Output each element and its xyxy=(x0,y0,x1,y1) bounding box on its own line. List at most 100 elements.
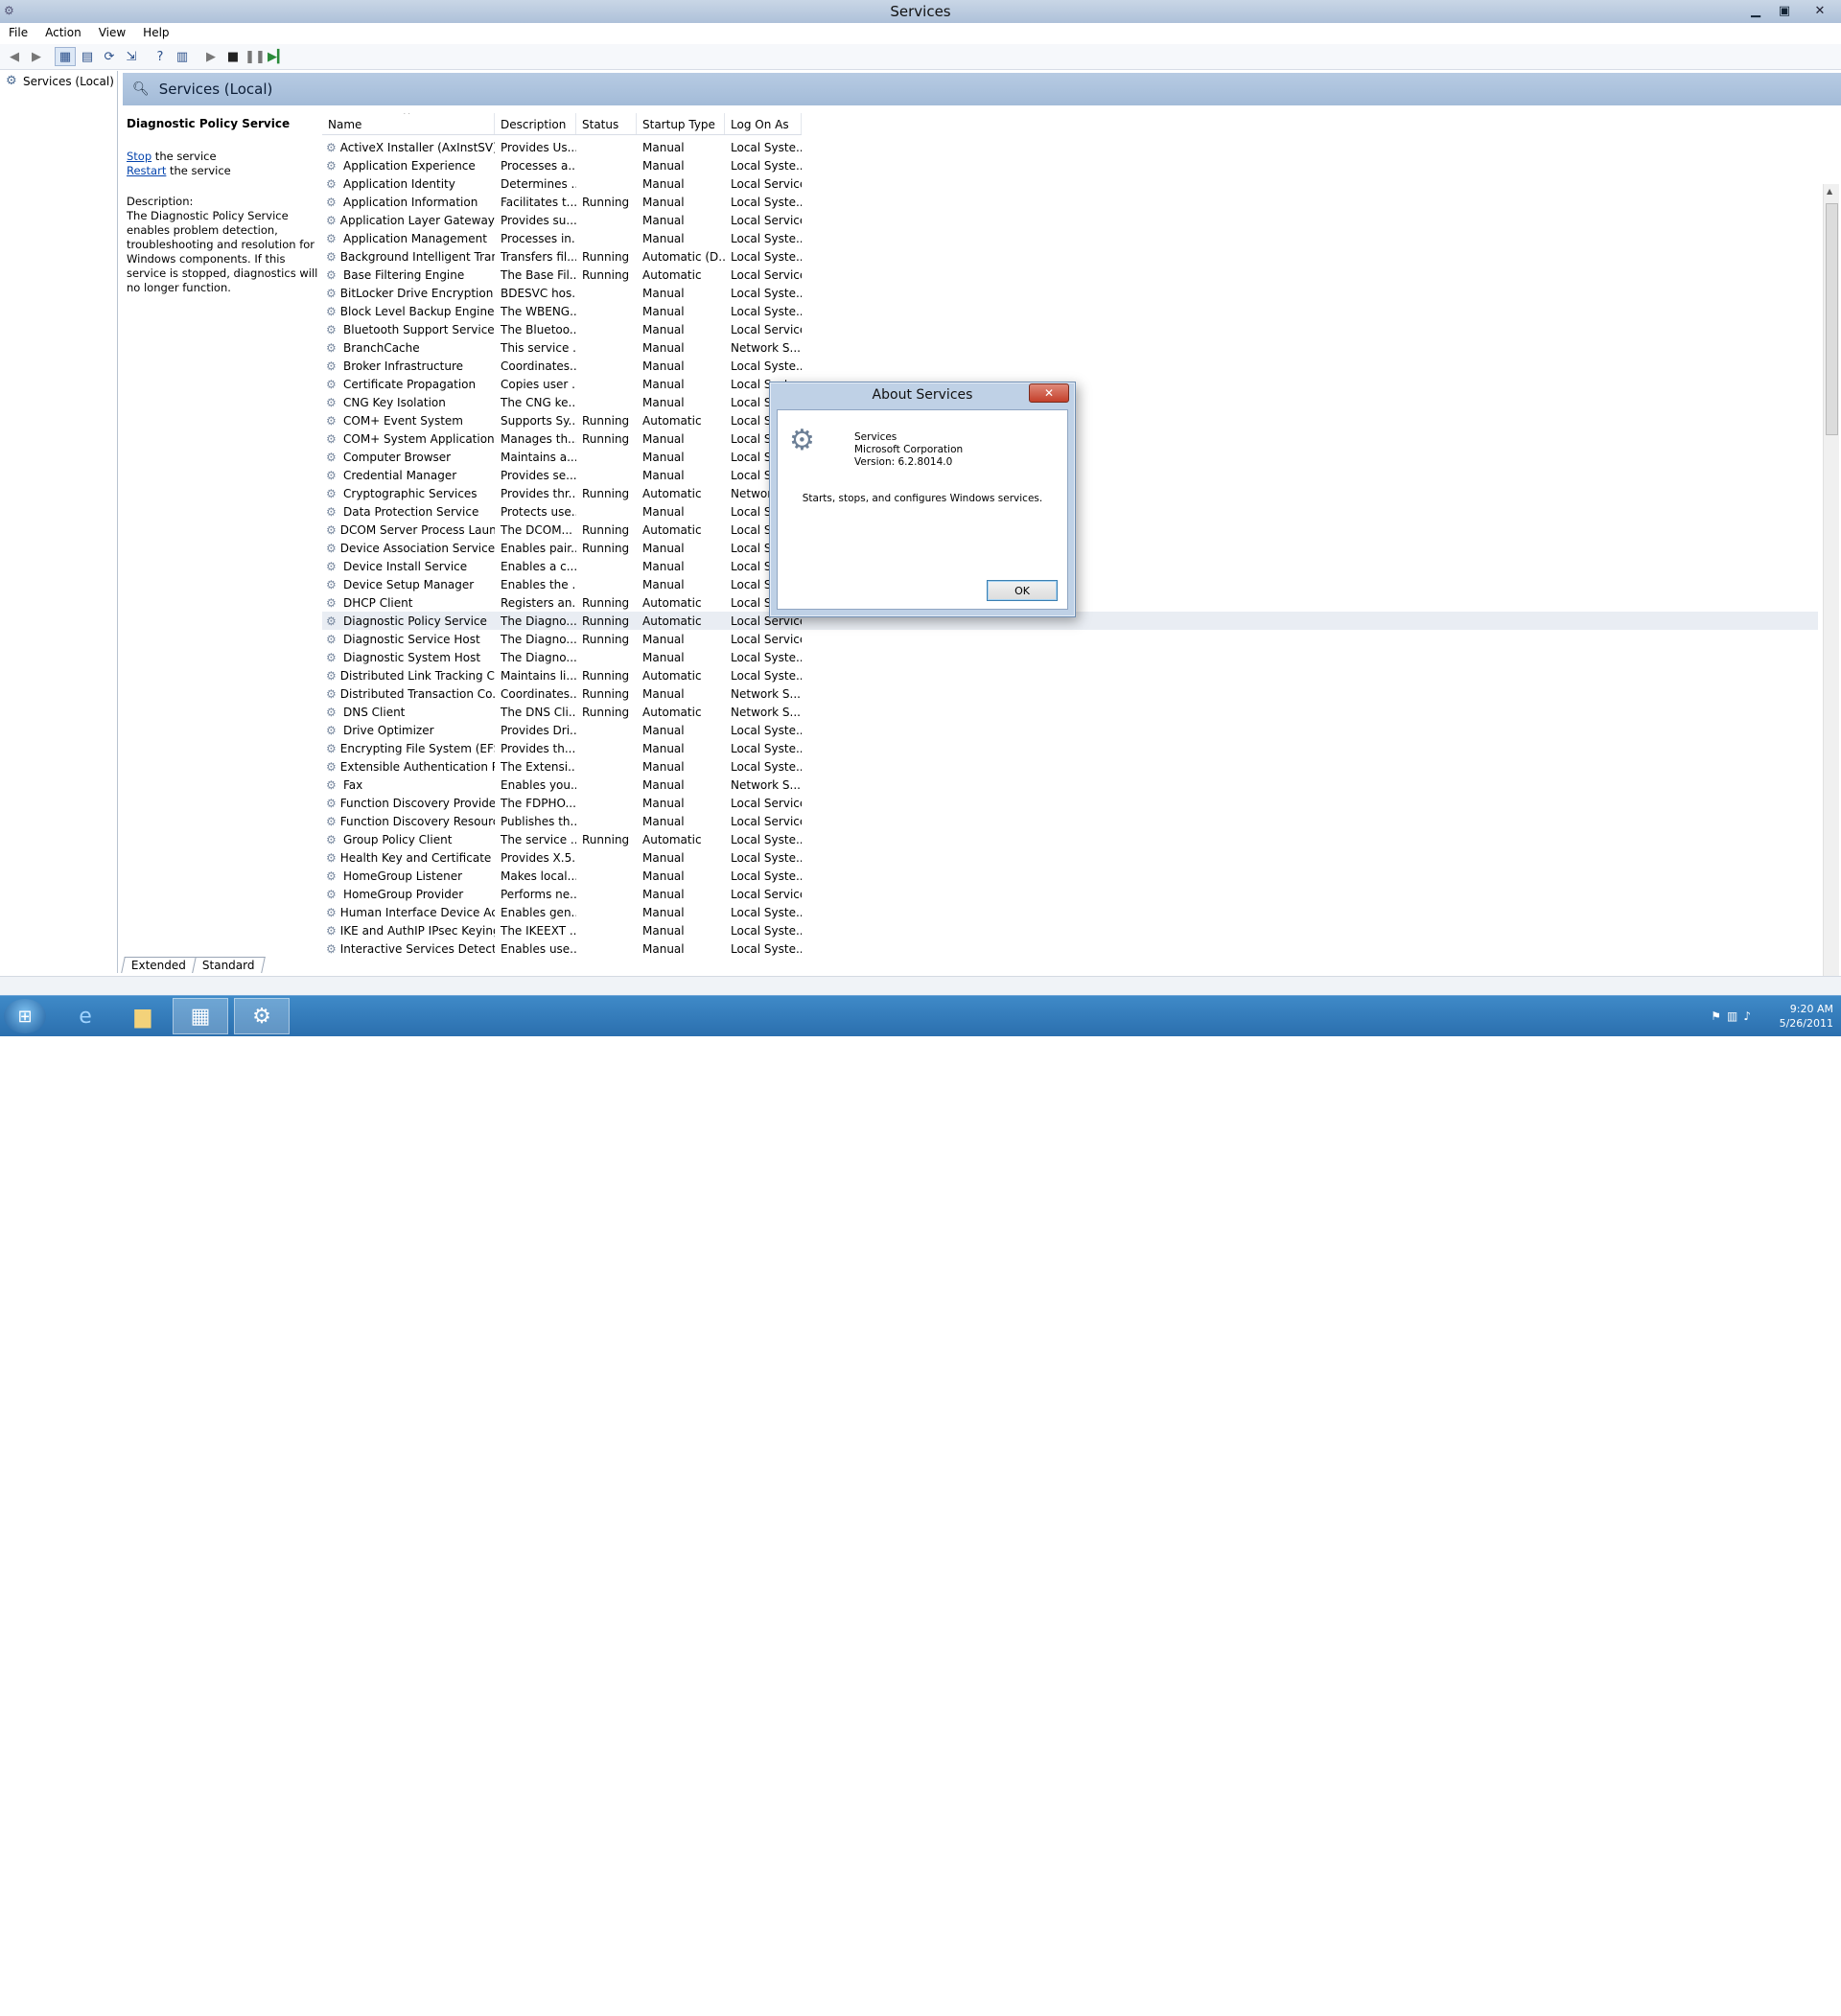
maximize-button[interactable]: ▣ xyxy=(1770,0,1799,21)
stop-icon[interactable]: ■ xyxy=(222,47,244,66)
minimize-button[interactable]: ▁ xyxy=(1741,0,1770,21)
table-row[interactable]: ⚙ Group Policy Client The service ... Runni… xyxy=(322,830,1818,848)
menu-view[interactable]: View xyxy=(90,23,134,44)
stop-service-link[interactable]: Stop xyxy=(127,150,151,163)
clock[interactable]: 9:20 AM 5/26/2011 xyxy=(1780,1002,1833,1031)
tree-node-services-local[interactable]: ⚙ Services (Local) xyxy=(0,71,117,89)
cell-text: Human Interface Device Ac... xyxy=(339,905,495,919)
table-row[interactable]: ⚙ Application Information Facilitates t...… xyxy=(322,193,1818,211)
forward-arrow-icon[interactable]: ▶ xyxy=(26,47,47,66)
taskbar-services[interactable]: ⚙ xyxy=(234,998,290,1034)
cell-text: Device Setup Manager xyxy=(343,577,475,591)
cell-text: Application Management xyxy=(343,231,487,245)
cell-text: Network S... xyxy=(731,340,801,355)
table-row[interactable]: ⚙ Encrypting File System (EFS) Provides th… xyxy=(322,739,1818,757)
table-row[interactable]: ⚙ BranchCache This service ... Manual Networ… xyxy=(322,338,1818,357)
table-row[interactable]: ⚙ Diagnostic System Host The Diagno... Manu… xyxy=(322,648,1818,666)
scrollbar-thumb[interactable] xyxy=(1826,203,1838,435)
dialog-close-button[interactable]: ✕ xyxy=(1029,383,1069,403)
table-row[interactable]: ⚙ ActiveX Installer (AxInstSV) Provides Us… xyxy=(322,138,1818,156)
service-name-cell: ⚙ Extensible Authentication P... xyxy=(322,760,495,774)
taskbar-internet-explorer[interactable]: e xyxy=(58,998,113,1034)
properties-icon[interactable]: ▤ xyxy=(77,47,98,66)
ok-button[interactable]: OK xyxy=(987,580,1058,601)
export-list-icon[interactable]: ⇲ xyxy=(121,47,142,66)
table-row[interactable]: ⚙ Function Discovery Resourc... Publishes … xyxy=(322,812,1818,830)
service-name-cell: ⚙ Block Level Backup Engine ... xyxy=(322,305,495,318)
gear-icon: ⚙ xyxy=(326,905,337,919)
service-logon-cell: Local Service xyxy=(725,214,802,227)
refresh-icon[interactable]: ⟳ xyxy=(99,47,120,66)
table-row[interactable]: ⚙ Diagnostic Service Host The Diagno... Run… xyxy=(322,630,1818,648)
table-row[interactable]: ⚙ Fax Enables you... Manual Network S... xyxy=(322,776,1818,794)
table-row[interactable]: ⚙ Function Discovery Provide... The FDPHO.… xyxy=(322,794,1818,812)
table-row[interactable]: ⚙ Bluetooth Support Service The Bluetoo...… xyxy=(322,320,1818,338)
cell-text: Automatic xyxy=(642,614,702,628)
table-row[interactable]: ⚙ IKE and AuthIP IPsec Keying... The IKEEX… xyxy=(322,921,1818,939)
table-row[interactable]: ⚙ Block Level Backup Engine ... The WBENG.… xyxy=(322,302,1818,320)
help-icon[interactable]: ? xyxy=(150,47,171,66)
pause-icon[interactable]: ❚❚ xyxy=(245,47,266,66)
gear-icon: ⚙ xyxy=(326,577,337,591)
table-row[interactable]: ⚙ Broker Infrastructure Coordinates... Manu… xyxy=(322,357,1818,375)
table-row[interactable]: ⚙Interactive Services Detection Enables u… xyxy=(322,939,1818,958)
table-row[interactable]: ⚙ Application Layer Gateway ... Provides s… xyxy=(322,211,1818,229)
show-hide-console-tree-icon[interactable]: ▦ xyxy=(55,47,76,66)
table-row[interactable]: ⚙ Drive Optimizer Provides Dri... Manual Loc… xyxy=(322,721,1818,739)
table-row[interactable]: ⚙ Distributed Transaction Co... Coordinate… xyxy=(322,684,1818,703)
table-row[interactable]: ⚙ Application Management Processes in... Ma… xyxy=(322,229,1818,247)
cell-text: Manual xyxy=(642,887,685,901)
flag-icon[interactable]: ⚑ xyxy=(1711,1009,1727,1023)
table-row[interactable]: ⚙ Human Interface Device Ac... Enables gen… xyxy=(322,903,1818,921)
table-row[interactable]: ⚙ BitLocker Drive Encryption ... BDESVC ho… xyxy=(322,284,1818,302)
table-row[interactable]: ⚙ Extensible Authentication P... The Exten… xyxy=(322,757,1818,776)
close-window-button[interactable]: ✕ xyxy=(1799,0,1841,21)
system-tray-icons[interactable]: ⚑▥♪ xyxy=(1711,1009,1757,1023)
table-row[interactable]: ⚙ Application Experience Processes a... Man… xyxy=(322,156,1818,174)
start-button[interactable]: ⊞ xyxy=(4,999,46,1033)
taskbar-control-panel[interactable]: ▦ xyxy=(173,998,228,1034)
cell-text: Running xyxy=(582,486,630,500)
table-row[interactable]: ⚙ Distributed Link Tracking Cl... Maintain… xyxy=(322,666,1818,684)
resume-icon[interactable]: ▶▎ xyxy=(267,47,288,66)
cell-text: Manual xyxy=(642,231,685,245)
cell-text: Local Syste... xyxy=(731,923,802,938)
tab-extended[interactable]: Extended xyxy=(121,957,197,973)
column-header-status[interactable]: Status xyxy=(576,113,637,134)
column-header-log-on-as[interactable]: Log On As xyxy=(725,113,802,134)
service-name-cell: ⚙ Application Information xyxy=(322,196,495,209)
menu-help[interactable]: Help xyxy=(134,23,177,44)
tab-standard[interactable]: Standard xyxy=(192,957,266,973)
back-arrow-icon[interactable]: ◀ xyxy=(4,47,25,66)
cell-text: Running xyxy=(582,686,630,701)
cell-text: Manages th... xyxy=(501,431,576,446)
table-row[interactable]: ⚙ Application Identity Determines ... Manua… xyxy=(322,174,1818,193)
table-row[interactable]: ⚙ Health Key and Certificate ... Provides … xyxy=(322,848,1818,867)
column-header-startup-type[interactable]: Startup Type xyxy=(637,113,725,134)
table-row[interactable]: ⚙ Background Intelligent Tran... Transfers… xyxy=(322,247,1818,266)
cell-text: Manual xyxy=(642,850,685,865)
volume-icon[interactable]: ♪ xyxy=(1743,1009,1757,1023)
column-header-name[interactable]: Name xyxy=(322,113,495,134)
selected-service-name: Diagnostic Policy Service xyxy=(127,117,291,130)
table-row[interactable]: ⚙ HomeGroup Listener Makes local... Manual L… xyxy=(322,867,1818,885)
table-row[interactable]: ⚙ HomeGroup Provider Performs ne... Manual L… xyxy=(322,885,1818,903)
menu-action[interactable]: Action xyxy=(36,23,90,44)
table-row[interactable]: ⚙ DNS Client The DNS Cli... Running Automati… xyxy=(322,703,1818,721)
action-pane-icon[interactable]: ▥ xyxy=(172,47,193,66)
service-name-cell: ⚙ DHCP Client xyxy=(322,596,495,610)
vertical-scrollbar[interactable]: ▲ ▼ xyxy=(1823,184,1839,1018)
table-row[interactable]: ⚙ Base Filtering Engine The Base Fil... Run… xyxy=(322,266,1818,284)
network-icon[interactable]: ▥ xyxy=(1727,1009,1743,1023)
taskbar-file-explorer[interactable]: ▆ xyxy=(115,998,171,1034)
scroll-up-icon[interactable]: ▲ xyxy=(1827,187,1832,196)
cell-text: Manual xyxy=(642,322,685,336)
cell-text: Automatic xyxy=(642,832,702,846)
cell-text: Registers an... xyxy=(501,595,576,610)
menu-file[interactable]: File xyxy=(0,23,36,44)
column-header-description[interactable]: Description xyxy=(495,113,576,134)
restart-service-link[interactable]: Restart xyxy=(127,164,166,177)
service-description-cell: Provides Us... xyxy=(495,141,576,154)
service-name-cell: ⚙ CNG Key Isolation xyxy=(322,396,495,409)
play-icon[interactable]: ▶ xyxy=(200,47,221,66)
